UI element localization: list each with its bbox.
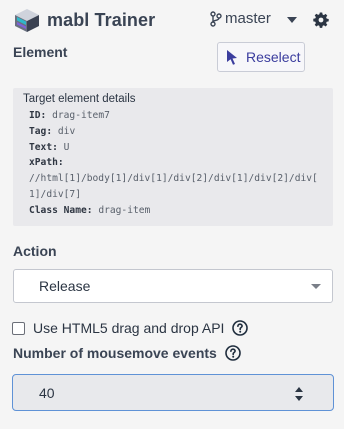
reselect-label: Reselect: [246, 49, 301, 65]
detail-key: Tag:: [29, 125, 53, 137]
action-select-value: Release: [39, 278, 91, 294]
help-icon[interactable]: [225, 345, 241, 361]
branch-label: master: [225, 10, 271, 27]
target-element-details: Target element details ID: drag-item7 Ta…: [13, 88, 333, 226]
chevron-down-icon: [311, 284, 321, 289]
chevron-down-icon[interactable]: [287, 17, 297, 23]
detail-value: drag-item: [98, 204, 151, 216]
mousemove-count-value: 40: [39, 384, 55, 401]
help-icon[interactable]: [232, 320, 249, 336]
detail-key: ID:: [29, 110, 47, 121]
mousemove-row: Number of mousemove events: [13, 345, 241, 361]
detail-row-tag: Tag: div: [23, 124, 323, 140]
number-stepper-icon[interactable]: [294, 386, 304, 402]
detail-row-id: ID: drag-item7: [23, 108, 323, 124]
detail-row-xpath-value-2: 1]/div[7]: [23, 187, 323, 203]
detail-key: xPath:: [29, 157, 64, 169]
element-section-label: Element: [13, 44, 68, 60]
detail-value: //html[1]/body[1]/div[1]/div[2]/div[1]/d…: [29, 173, 318, 185]
reselect-button[interactable]: Reselect: [217, 42, 305, 72]
cursor-pointer-icon: [227, 50, 237, 65]
detail-row-text: Text: U: [23, 140, 323, 156]
detail-value: U: [63, 141, 70, 153]
detail-row-xpath-value-1: //html[1]/body[1]/div[1]/div[2]/div[1]/d…: [23, 171, 323, 187]
details-title: Target element details: [23, 93, 136, 105]
html5-drag-drop-checkbox[interactable]: [12, 321, 25, 335]
mabl-logo-icon: [15, 9, 39, 32]
action-label: Action: [13, 243, 57, 259]
mousemove-count-input[interactable]: 40: [12, 374, 334, 411]
git-branch-icon: [210, 10, 222, 27]
branch-selector[interactable]: master: [210, 10, 271, 27]
detail-row-xpath: xPath:: [23, 155, 323, 171]
detail-value: drag-item7: [52, 110, 110, 121]
mousemove-label: Number of mousemove events: [13, 345, 217, 361]
detail-value: div: [57, 125, 76, 137]
detail-key: Class Name:: [29, 204, 93, 216]
detail-key: Text:: [29, 141, 58, 153]
gear-icon[interactable]: [313, 12, 329, 28]
detail-row-class-name: Class Name: drag-item: [23, 203, 323, 219]
detail-value: 1]/div[7]: [29, 188, 81, 200]
html5-drag-drop-option: Use HTML5 drag and drop API: [12, 320, 249, 336]
action-select[interactable]: Release: [13, 269, 333, 303]
app-title: mabl Trainer: [47, 9, 156, 30]
html5-drag-drop-label[interactable]: Use HTML5 drag and drop API: [33, 320, 224, 336]
